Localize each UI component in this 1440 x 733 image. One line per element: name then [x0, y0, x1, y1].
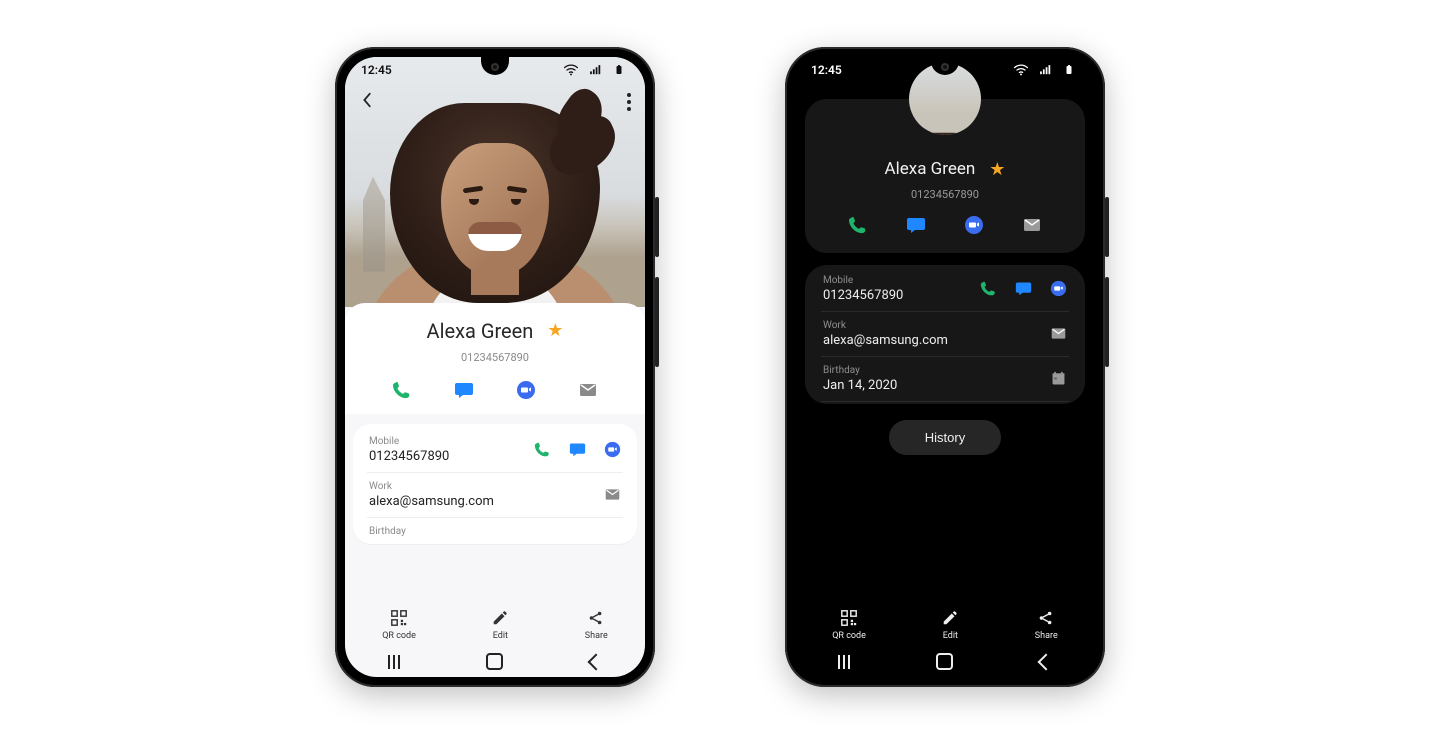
- email-button[interactable]: [578, 380, 598, 400]
- qr-code-icon: [839, 608, 859, 628]
- nav-home-button[interactable]: [936, 653, 953, 670]
- field-label: Mobile: [823, 275, 903, 286]
- favorite-star-icon[interactable]: ★: [989, 159, 1005, 180]
- contact-header-card: Alexa Green ★ 01234567890: [805, 99, 1085, 253]
- contact-name: Alexa Green: [885, 159, 976, 179]
- row-video-icon[interactable]: [604, 441, 621, 458]
- message-button[interactable]: [906, 215, 926, 235]
- cell-signal-icon: [585, 60, 605, 80]
- contact-photo: [345, 57, 645, 307]
- favorite-star-icon[interactable]: ★: [547, 320, 563, 341]
- contact-details-card: Mobile 01234567890 Work alexa@samsung.co…: [353, 424, 637, 545]
- bottom-action-bar: QR code Edit Share: [795, 603, 1095, 647]
- call-button[interactable]: [392, 380, 412, 400]
- detail-row-work-email[interactable]: Work alexa@samsung.com: [367, 473, 623, 518]
- detail-row-mobile[interactable]: Mobile 01234567890: [367, 428, 623, 473]
- row-calendar-icon[interactable]: [1050, 370, 1067, 387]
- pencil-icon: [940, 608, 960, 628]
- nav-recents-button[interactable]: [838, 655, 850, 669]
- nav-recents-button[interactable]: [388, 655, 400, 669]
- contact-name: Alexa Green: [427, 319, 534, 343]
- row-email-icon[interactable]: [1050, 325, 1067, 342]
- field-label: Mobile: [369, 436, 449, 447]
- history-button[interactable]: History: [889, 420, 1001, 455]
- share-button[interactable]: Share: [585, 608, 608, 641]
- bottom-action-bar: QR code Edit Share: [345, 603, 645, 647]
- field-label: Work: [369, 481, 494, 492]
- pencil-icon: [490, 608, 510, 628]
- message-button[interactable]: [454, 380, 474, 400]
- field-label: Birthday: [823, 365, 897, 376]
- phone-light-mode: 12:45: [335, 47, 655, 687]
- edit-button[interactable]: Edit: [490, 608, 510, 641]
- share-button[interactable]: Share: [1035, 608, 1058, 641]
- video-call-button[interactable]: [964, 215, 984, 235]
- detail-row-birthday[interactable]: Birthday: [367, 518, 623, 545]
- field-value: alexa@samsung.com: [369, 494, 494, 509]
- share-icon: [586, 608, 606, 628]
- contact-primary-number: 01234567890: [345, 351, 645, 364]
- battery-icon: [1059, 60, 1079, 80]
- system-nav-bar: [795, 647, 1095, 677]
- nav-back-button[interactable]: [1037, 653, 1054, 670]
- qr-code-button[interactable]: QR code: [382, 608, 416, 641]
- battery-icon: [609, 60, 629, 80]
- detail-row-mobile[interactable]: Mobile 01234567890: [821, 267, 1069, 312]
- call-button[interactable]: [848, 215, 868, 235]
- email-button[interactable]: [1022, 215, 1042, 235]
- back-button[interactable]: [359, 91, 377, 111]
- contact-header-card: Alexa Green ★ 01234567890: [345, 303, 645, 414]
- more-options-button[interactable]: [627, 91, 631, 111]
- row-message-icon[interactable]: [1015, 280, 1032, 297]
- cell-signal-icon: [1035, 60, 1055, 80]
- row-call-icon[interactable]: [534, 441, 551, 458]
- share-icon: [1036, 608, 1056, 628]
- detail-row-birthday[interactable]: Birthday Jan 14, 2020: [821, 357, 1069, 402]
- status-time: 12:45: [361, 63, 392, 77]
- row-call-icon[interactable]: [980, 280, 997, 297]
- contact-details-card: Mobile 01234567890 Work alexa@samsung.co…: [805, 265, 1085, 404]
- wifi-icon: [561, 60, 581, 80]
- nav-back-button[interactable]: [587, 653, 604, 670]
- video-call-button[interactable]: [516, 380, 536, 400]
- wifi-icon: [1011, 60, 1031, 80]
- edit-button[interactable]: Edit: [940, 608, 960, 641]
- field-value: 01234567890: [369, 449, 449, 464]
- contact-primary-number: 01234567890: [805, 188, 1085, 201]
- field-label: Birthday: [369, 526, 406, 537]
- detail-row-work-email[interactable]: Work alexa@samsung.com: [821, 312, 1069, 357]
- field-label: Work: [823, 320, 948, 331]
- row-video-icon[interactable]: [1050, 280, 1067, 297]
- row-email-icon[interactable]: [604, 486, 621, 503]
- nav-home-button[interactable]: [486, 653, 503, 670]
- field-value: alexa@samsung.com: [823, 333, 948, 348]
- qr-code-icon: [389, 608, 409, 628]
- phone-dark-mode: 12:45 Alexa Green: [785, 47, 1105, 687]
- system-nav-bar: [345, 647, 645, 677]
- row-message-icon[interactable]: [569, 441, 586, 458]
- field-value: 01234567890: [823, 288, 903, 303]
- field-value: Jan 14, 2020: [823, 378, 897, 393]
- status-time: 12:45: [811, 63, 842, 77]
- qr-code-button[interactable]: QR code: [832, 608, 866, 641]
